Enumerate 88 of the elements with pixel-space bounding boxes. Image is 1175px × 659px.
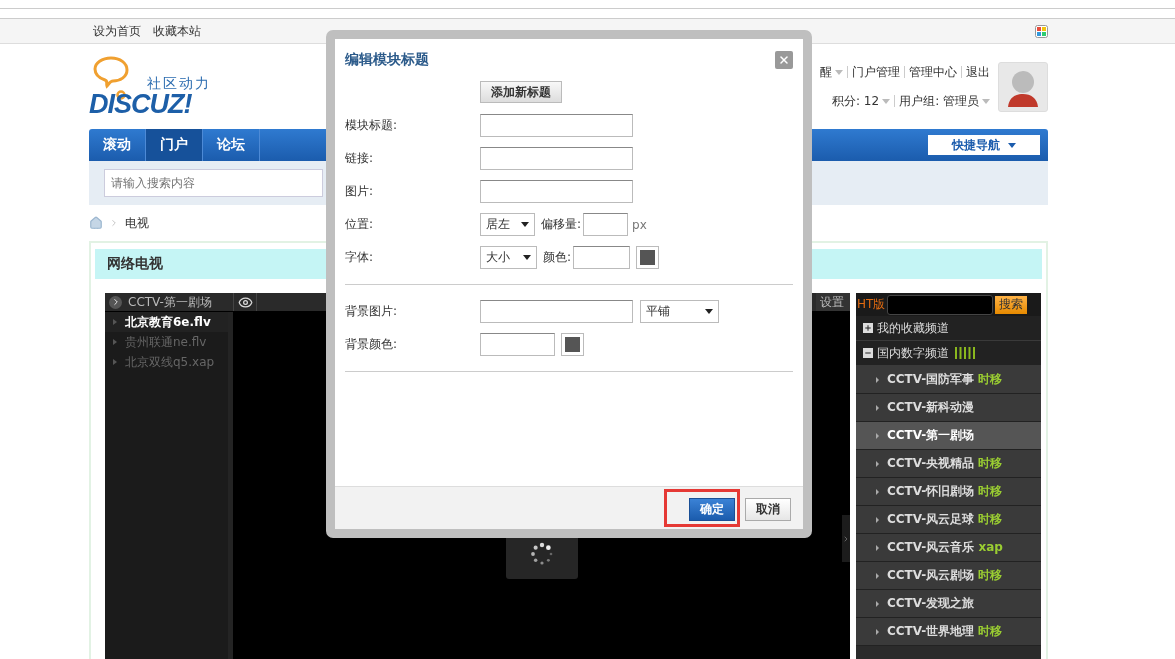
field-label: 模块标题: (345, 117, 399, 134)
text-field[interactable] (480, 147, 633, 170)
bullet-icon (876, 572, 879, 579)
quick-nav-button[interactable]: 快捷导航 (928, 135, 1040, 155)
eye-icon[interactable] (237, 294, 253, 310)
collapse-icon[interactable] (863, 348, 873, 358)
toolbar-link[interactable]: 设为首页 (89, 22, 141, 40)
caret-icon[interactable] (882, 98, 891, 104)
user-link[interactable]: 退出 (966, 63, 990, 81)
channel-group[interactable]: 国内数字频道 (856, 341, 1041, 366)
channel-group[interactable]: 我的收藏频道 (856, 316, 1041, 341)
bullet-icon (113, 359, 117, 365)
channel-item[interactable]: CCTV-央视精品 时移 (856, 450, 1041, 478)
group-label: 国内数字频道 (877, 344, 949, 362)
channel-item[interactable]: CCTV-风云音乐 xap (856, 534, 1041, 562)
channel-item[interactable]: CCTV-国防军事 时移 (856, 366, 1041, 394)
channel-item[interactable]: CCTV-新科动漫 (856, 394, 1041, 422)
playlist-item[interactable]: 北京教育6e.flv (105, 312, 228, 332)
bullet-icon (876, 516, 879, 523)
bullet-icon (876, 628, 879, 635)
bullet-icon (876, 600, 879, 607)
user-link[interactable]: 门户管理 (852, 63, 900, 81)
caret-icon (705, 309, 713, 314)
field-label: 链接: (345, 150, 375, 167)
caret-icon (521, 222, 529, 227)
group-label: 我的收藏频道 (877, 319, 949, 337)
caret-icon[interactable] (835, 69, 843, 75)
field-label: 字体: (345, 249, 375, 266)
user-link[interactable]: 积分: 12 (832, 92, 880, 110)
color-field[interactable] (573, 246, 631, 269)
user-link[interactable]: 用户组: 管理员 (899, 92, 979, 110)
bullet-icon (876, 404, 879, 411)
bullet-icon (876, 376, 879, 383)
user-link[interactable]: 醒 (820, 63, 832, 81)
nav-tab[interactable]: 门户 (146, 129, 203, 161)
color-picker-button[interactable] (561, 333, 584, 356)
caret-icon (523, 255, 531, 260)
caret-icon (1008, 142, 1016, 148)
avatar (998, 61, 1048, 112)
add-title-button[interactable]: 添加新标题 (480, 81, 562, 103)
repeat-select[interactable]: 平铺 (640, 300, 719, 323)
search-button[interactable]: 搜索 (995, 295, 1028, 314)
confirm-button[interactable]: 确定 (689, 498, 735, 521)
text-field[interactable] (480, 180, 633, 203)
text-field[interactable] (480, 300, 633, 323)
field-label: 背景颜色: (345, 336, 399, 353)
size-select[interactable]: 大小 (480, 246, 537, 269)
bullet-icon (876, 544, 879, 551)
settings-button[interactable]: 设置 (816, 293, 850, 311)
breadcrumb-item[interactable]: 电视 (125, 214, 149, 232)
bullet-icon (876, 460, 879, 467)
unit-label: px (632, 217, 647, 232)
bullet-icon (876, 432, 879, 439)
home-icon[interactable] (89, 216, 103, 230)
offset-field[interactable] (583, 213, 629, 236)
channel-item[interactable]: CCTV-怀旧剧场 时移 (856, 478, 1041, 506)
logo-tagline: 社区动力 (147, 74, 211, 93)
style-switch-icon[interactable] (1035, 24, 1048, 38)
field-label: 位置: (345, 216, 375, 233)
bullet-icon (113, 339, 117, 345)
user-link[interactable]: 管理中心 (909, 63, 957, 81)
field-label: 背景图片: (345, 303, 399, 320)
channel-item[interactable]: CCTV-风云足球 时移 (856, 506, 1041, 534)
signal-icon (953, 347, 977, 359)
color-field[interactable] (480, 333, 555, 356)
color-label: 颜色: (543, 249, 572, 266)
offset-label: 偏移量: (541, 216, 582, 233)
cancel-button[interactable]: 取消 (745, 498, 791, 521)
panel-toggle-handle[interactable] (842, 515, 850, 562)
caret-icon[interactable] (982, 98, 990, 104)
search-field[interactable]: 请输入搜索内容 (104, 169, 323, 197)
bullet-icon (113, 319, 117, 325)
bullet-icon (876, 488, 879, 495)
brand-label: HT版 (857, 296, 886, 313)
dialog-title: 编辑模块标题 (345, 51, 429, 69)
channel-item[interactable]: CCTV-第一剧场 (856, 422, 1041, 450)
chevron-icon (109, 218, 119, 228)
text-field[interactable] (480, 114, 633, 137)
channel-title: CCTV-第一剧场 (128, 293, 212, 311)
align-select[interactable]: 居左 (480, 213, 535, 236)
channel-item[interactable]: CCTV-世界地理 时移 (856, 618, 1041, 646)
expand-icon[interactable] (863, 323, 873, 333)
expand-icon[interactable] (109, 295, 122, 309)
channel-item[interactable]: CCTV-风云剧场 时移 (856, 562, 1041, 590)
toolbar-link[interactable]: 收藏本站 (149, 22, 201, 40)
field-label: 图片: (345, 183, 375, 200)
channel-item[interactable]: CCTV-发现之旅 (856, 590, 1041, 618)
color-picker-button[interactable] (636, 246, 660, 269)
